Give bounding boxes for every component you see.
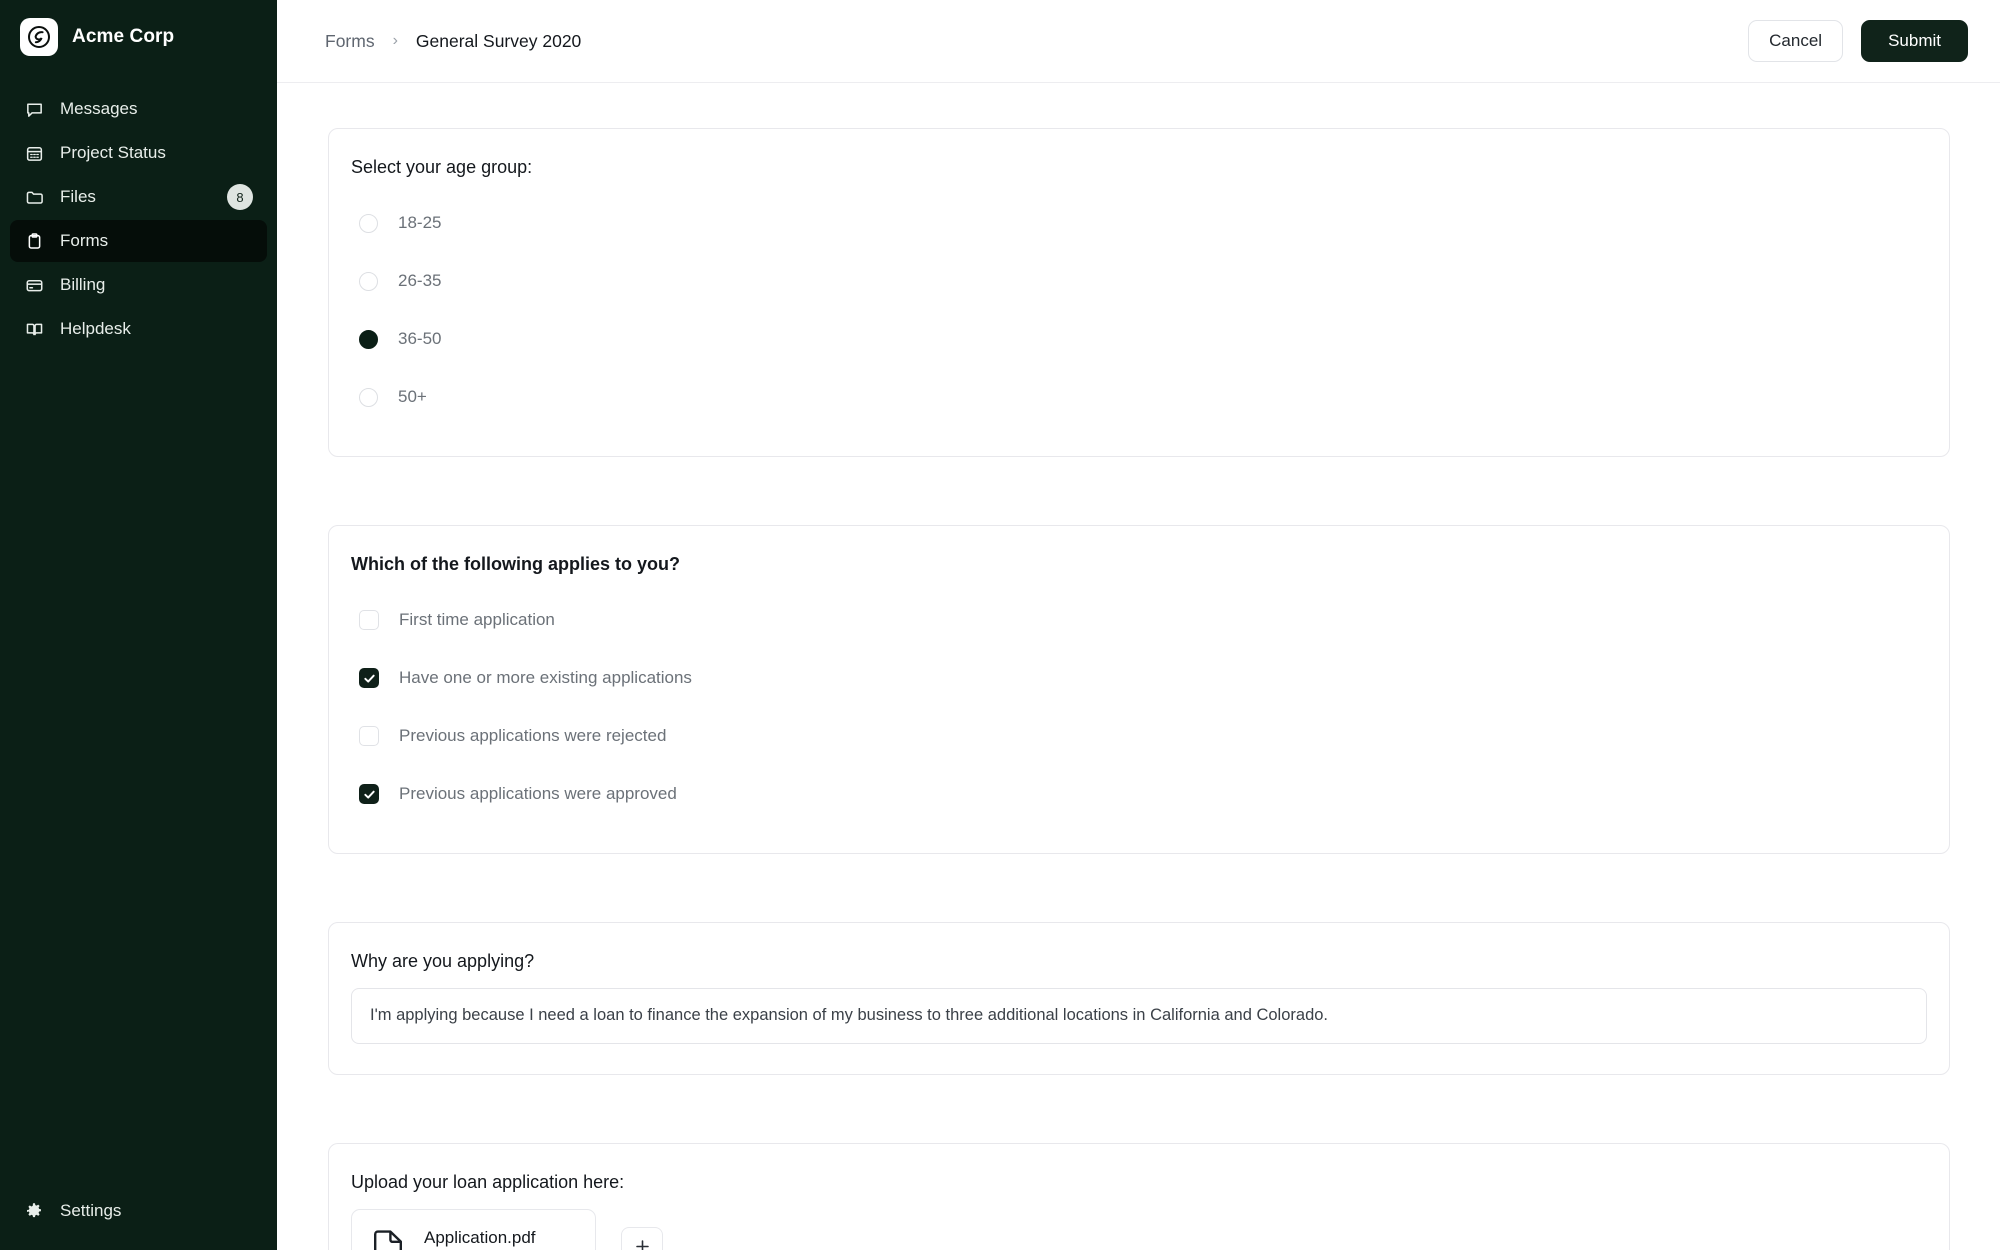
upload-title: Upload your loan application here:: [351, 1172, 625, 1192]
sidebar-item-files[interactable]: Files 8: [10, 176, 267, 218]
checkbox-label: Previous applications were approved: [399, 784, 677, 803]
radio-option-50-plus[interactable]: 50+: [351, 368, 1927, 426]
folder-icon: [24, 187, 44, 207]
radio-option-36-50[interactable]: 36-50: [351, 310, 1927, 368]
sidebar-item-settings[interactable]: Settings: [10, 1190, 267, 1232]
applies-title: Which of the following applies to you?: [351, 554, 680, 574]
add-file-button[interactable]: [621, 1227, 663, 1250]
book-open-icon: [24, 319, 44, 339]
topbar: Forms › General Survey 2020 Cancel Submi…: [277, 0, 2000, 83]
sidebar-item-label: Helpdesk: [60, 319, 131, 338]
gear-icon: [24, 1201, 44, 1221]
radio-option-18-25[interactable]: 18-25: [351, 194, 1927, 252]
sidebar-item-project-status[interactable]: Project Status: [10, 132, 267, 174]
clipboard-icon: [24, 231, 44, 251]
sidebar: Acme Corp Messages Project Status Files …: [0, 0, 277, 1250]
topbar-actions: Cancel Submit: [1748, 20, 1968, 62]
checkbox-label: First time application: [399, 610, 555, 629]
acme-spiral-logo-icon: [20, 18, 58, 56]
sidebar-nav: Messages Project Status Files 8 Forms Bi…: [0, 88, 277, 350]
radio-option-26-35[interactable]: 26-35: [351, 252, 1927, 310]
pdf-file-icon: PDF: [372, 1230, 406, 1250]
radio-label: 50+: [398, 387, 427, 406]
reason-textarea[interactable]: I'm applying because I need a loan to fi…: [351, 988, 1927, 1044]
sidebar-item-label: Settings: [60, 1201, 122, 1220]
checkbox-label: Have one or more existing applications: [399, 668, 692, 687]
reason-card: Why are you applying? I'm applying becau…: [328, 922, 1950, 1075]
checkbox-icon-checked[interactable]: [359, 668, 379, 688]
sidebar-footer: Settings: [0, 1190, 277, 1250]
age-group-title: Select your age group:: [351, 157, 533, 177]
file-name: Application.pdf: [424, 1228, 536, 1247]
sidebar-item-label: Messages: [60, 99, 138, 118]
radio-label: 36-50: [398, 329, 442, 348]
checkbox-option-existing-applications[interactable]: Have one or more existing applications: [351, 649, 1927, 707]
breadcrumb-current: General Survey 2020: [415, 30, 582, 51]
upload-row: PDF Application.pdf 384 KB: [351, 1209, 1927, 1250]
brand[interactable]: Acme Corp: [0, 0, 277, 72]
files-badge: 8: [227, 184, 253, 210]
applies-card: Which of the following applies to you? F…: [328, 525, 1950, 854]
checkbox-option-first-time[interactable]: First time application: [351, 591, 1927, 649]
age-group-card: Select your age group: 18-25 26-35 36-50…: [328, 128, 1950, 457]
radio-icon-selected[interactable]: [359, 329, 378, 349]
file-meta: Application.pdf 384 KB: [424, 1228, 536, 1250]
sidebar-item-label: Billing: [60, 275, 106, 294]
submit-button[interactable]: Submit: [1861, 20, 1968, 62]
radio-label: 18-25: [398, 213, 442, 232]
chat-bubble-icon: [24, 99, 44, 119]
radio-label: 26-35: [398, 271, 442, 290]
calendar-icon: [24, 143, 44, 163]
sidebar-item-label: Files: [60, 187, 96, 206]
radio-icon[interactable]: [359, 271, 378, 291]
checkbox-icon[interactable]: [359, 726, 379, 746]
radio-icon[interactable]: [359, 213, 378, 233]
sidebar-item-label: Project Status: [60, 143, 166, 162]
brand-name: Acme Corp: [72, 26, 175, 47]
breadcrumb-forms-link[interactable]: Forms: [325, 31, 375, 52]
checkbox-option-rejected[interactable]: Previous applications were rejected: [351, 707, 1927, 765]
radio-icon[interactable]: [359, 387, 378, 407]
plus-icon: [634, 1238, 651, 1250]
form-content: Select your age group: 18-25 26-35 36-50…: [277, 83, 2000, 1250]
cancel-button[interactable]: Cancel: [1748, 20, 1844, 62]
sidebar-item-forms[interactable]: Forms: [10, 220, 267, 262]
checkbox-icon-checked[interactable]: [359, 784, 379, 804]
sidebar-item-helpdesk[interactable]: Helpdesk: [10, 308, 267, 350]
sidebar-item-messages[interactable]: Messages: [10, 88, 267, 130]
checkbox-option-approved[interactable]: Previous applications were approved: [351, 765, 1927, 823]
credit-card-icon: [24, 275, 44, 295]
chevron-right-icon: ›: [392, 32, 398, 49]
checkbox-label: Previous applications were rejected: [399, 726, 667, 745]
sidebar-item-billing[interactable]: Billing: [10, 264, 267, 306]
app-root: Acme Corp Messages Project Status Files …: [0, 0, 2000, 1250]
sidebar-item-label: Forms: [60, 231, 109, 250]
checkbox-icon[interactable]: [359, 610, 379, 630]
uploaded-file-chip[interactable]: PDF Application.pdf 384 KB: [351, 1209, 596, 1250]
reason-title: Why are you applying?: [351, 951, 535, 971]
main-area: Forms › General Survey 2020 Cancel Submi…: [277, 0, 2000, 1250]
breadcrumb: Forms › General Survey 2020: [325, 31, 581, 52]
upload-card: Upload your loan application here: PDF: [328, 1143, 1950, 1250]
